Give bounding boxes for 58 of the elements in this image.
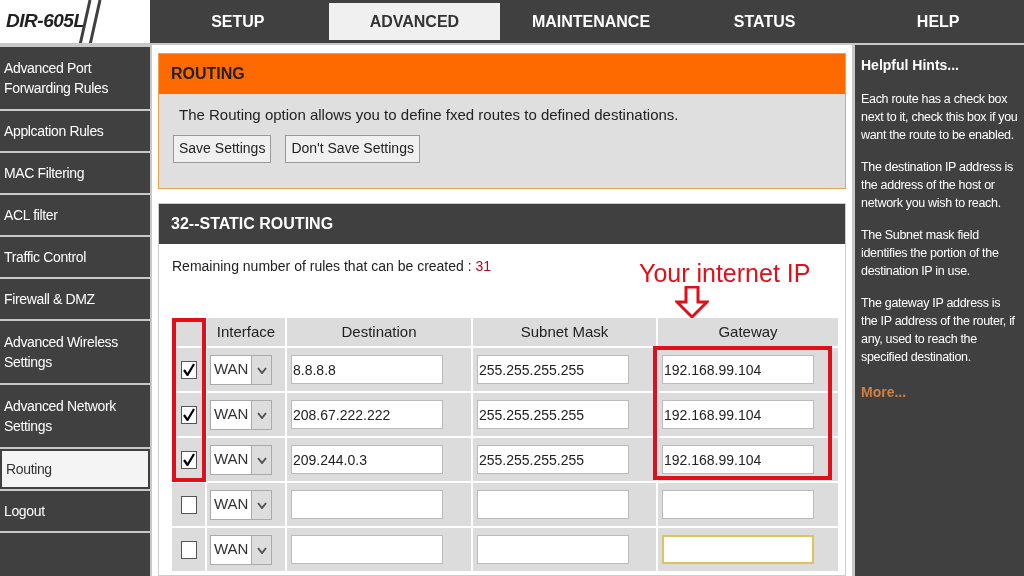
chevron-down-icon — [256, 365, 267, 374]
sidebar-item[interactable]: Advanced Network Settings — [0, 385, 150, 447]
input-field[interactable]: 192.168.99.104 — [662, 400, 814, 429]
checkbox[interactable] — [180, 540, 197, 559]
input-field[interactable]: 255.255.255.255 — [477, 355, 629, 384]
input-field[interactable] — [662, 490, 814, 519]
section-header: ROUTING — [159, 54, 845, 94]
input-field[interactable]: 208.67.222.222 — [291, 400, 443, 429]
logo: DIR-605L — [6, 9, 85, 34]
checkbox[interactable] — [180, 495, 197, 514]
sidebar-item[interactable]: Advanced Wireless Settings — [0, 321, 150, 383]
action-button[interactable]: Don't Save Settings — [285, 134, 420, 163]
hint-paragraph: The destination IP address is the address of the host or network you wish to reach. — [861, 159, 1014, 212]
hint-paragraph: Each route has a check box next to it, check this box if you want the route to be enabled. — [861, 91, 1018, 144]
annotation-arrow — [675, 286, 709, 318]
checkbox[interactable] — [180, 450, 197, 469]
hint-paragraph: The gateway IP address is the IP address of the router, if any, used to reach the specified destination. — [861, 295, 1016, 366]
input-field[interactable] — [662, 535, 814, 564]
input-field[interactable]: 209.244.0.3 — [291, 445, 443, 474]
column-header: Subnet Mask — [473, 318, 656, 346]
checkbox[interactable] — [180, 405, 197, 424]
input-field[interactable] — [291, 490, 443, 519]
sidebar-item[interactable]: Firewall & DMZ — [0, 279, 150, 319]
sidebar-item[interactable]: Traffic Control — [0, 237, 150, 277]
column-header: Destination — [287, 318, 471, 346]
remaining-rules-text: Remaining number of rules that can be created : 31 — [172, 257, 492, 276]
input-field[interactable]: 255.255.255.255 — [477, 400, 629, 429]
interface-dropdown[interactable]: WAN — [210, 399, 272, 430]
column-header: Gateway — [658, 318, 838, 346]
input-field[interactable]: 192.168.99.104 — [662, 445, 814, 474]
sidebar-item[interactable]: Logout — [0, 491, 150, 531]
interface-dropdown[interactable]: WAN — [210, 489, 272, 520]
section-header: 32--STATIC ROUTING — [159, 204, 845, 244]
input-field[interactable] — [477, 490, 629, 519]
chevron-down-icon — [256, 410, 267, 419]
interface-dropdown[interactable]: WAN — [210, 534, 272, 565]
interface-dropdown[interactable]: WAN — [210, 444, 272, 475]
chevron-down-icon — [256, 500, 267, 509]
hints-title: Helpful Hints... — [861, 56, 960, 75]
annotation-label: Your internet IP — [639, 258, 811, 288]
sidebar-item[interactable]: ACL filter — [0, 195, 150, 235]
input-field[interactable]: 255.255.255.255 — [477, 445, 629, 474]
checkbox[interactable] — [180, 360, 197, 379]
interface-dropdown[interactable]: WAN — [210, 354, 272, 385]
input-field[interactable]: 8.8.8.8 — [291, 355, 443, 384]
sidebar-item[interactable]: Routing — [0, 449, 150, 489]
hint-paragraph: The Subnet mask field identifies the portion of the destination IP in use. — [861, 227, 1000, 280]
input-field[interactable] — [477, 535, 629, 564]
sidebar-item[interactable]: MAC Filtering — [0, 153, 150, 193]
sidebar-item[interactable]: Advanced Port Forwarding Rules — [0, 47, 150, 109]
action-button[interactable]: Save Settings — [173, 134, 272, 163]
sidebar-item[interactable]: Applcation Rules — [0, 111, 150, 151]
column-header: Interface — [207, 318, 285, 346]
chevron-down-icon — [256, 545, 267, 554]
input-field[interactable]: 192.168.99.104 — [662, 355, 814, 384]
input-field[interactable] — [291, 535, 443, 564]
description-text: The Routing option allows you to define fxed routes to defined destinations. — [178, 105, 680, 125]
chevron-down-icon — [256, 455, 267, 464]
